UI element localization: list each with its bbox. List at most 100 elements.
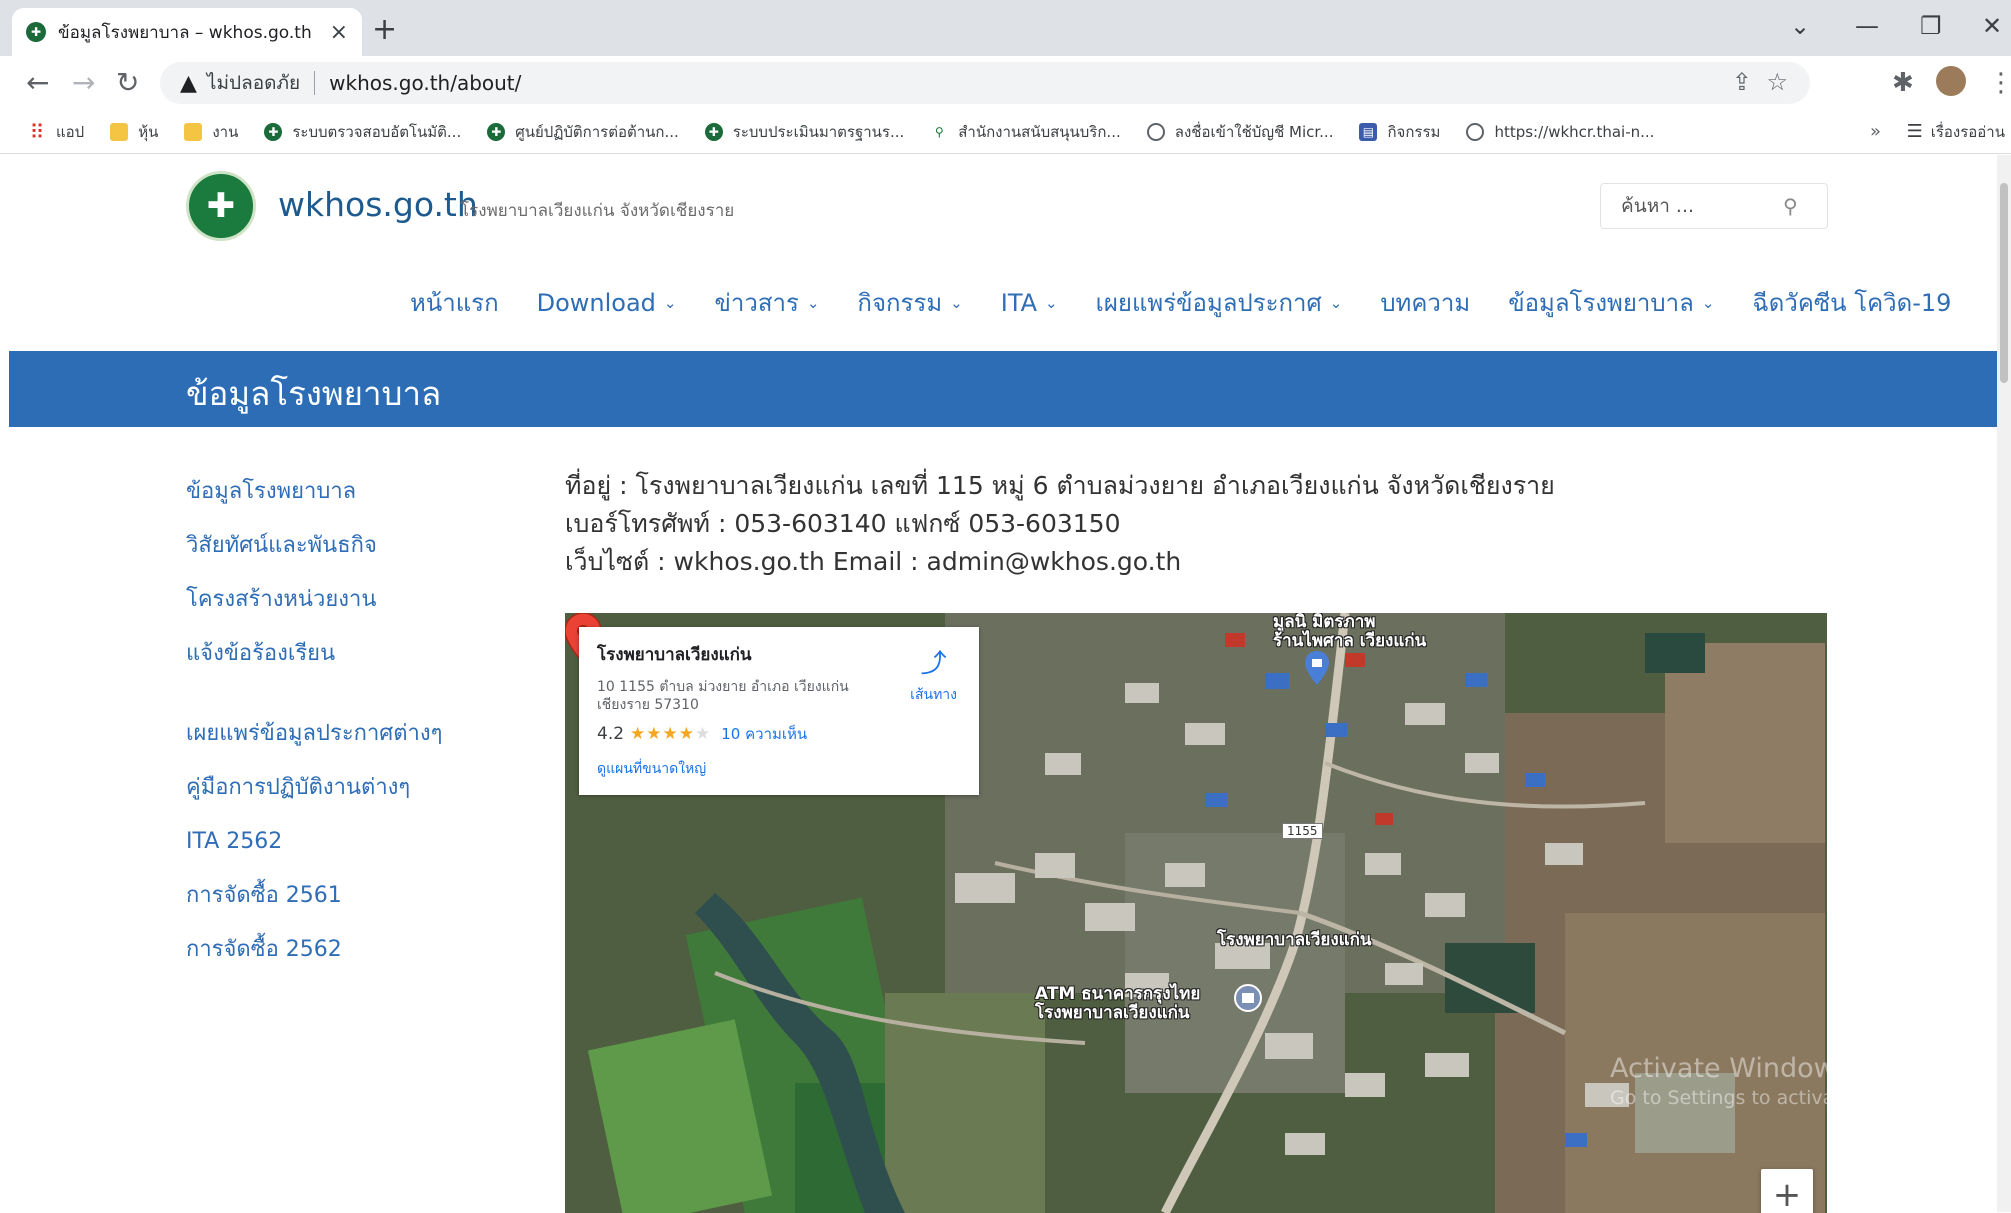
place-name: โรงพยาบาลเวียงแก่น bbox=[597, 645, 752, 665]
nav-hospital-info[interactable]: ข้อมูลโรงพยาบาล ⌄ bbox=[1508, 283, 1714, 322]
apps-icon: ⠿ bbox=[29, 119, 45, 144]
bookmark-star-icon[interactable]: ☆ bbox=[1766, 68, 1788, 96]
nav-articles[interactable]: บทความ bbox=[1380, 283, 1470, 322]
warning-icon: ▲ bbox=[180, 70, 197, 96]
tab-close-icon[interactable]: × bbox=[330, 20, 348, 45]
chevron-down-icon: ⌄ bbox=[663, 293, 677, 312]
website-line: เว็บไซต์ : wkhos.go.th Email : admin@wkh… bbox=[565, 547, 1182, 576]
phone-line: เบอร์โทรศัพท์ : 053-603140 แฟกซ์ 053-603… bbox=[565, 509, 1121, 538]
bookmark-apps[interactable]: ⠿ แอป bbox=[28, 119, 85, 144]
moph-icon: ✚ bbox=[487, 122, 506, 141]
sidebar-item-ita-2562[interactable]: ITA 2562 bbox=[186, 815, 442, 869]
scrollbar-thumb[interactable] bbox=[2000, 183, 2008, 383]
search-box: ⚲ bbox=[1600, 183, 1828, 229]
bookmark-wkhcr[interactable]: https://wkhcr.thai-n... bbox=[1466, 122, 1654, 141]
bookmark-microsoft-login[interactable]: ลงชื่อเข้าใช้บัญชี Micr... bbox=[1146, 120, 1333, 144]
map-label-atm: ATM ธนาคารกรุงไทย โรงพยาบาลเวียงแก่น bbox=[1035, 984, 1201, 1023]
chevron-down-icon: ⌄ bbox=[806, 293, 820, 312]
chevron-down-icon: ⌄ bbox=[1329, 293, 1343, 312]
view-larger-map-link[interactable]: ดูแผนที่ขนาดใหญ่ bbox=[597, 758, 961, 780]
bookmark-standards[interactable]: ✚ ระบบประเมินมาตรฐานร... bbox=[704, 120, 904, 144]
bookmarks-bar: ⠿ แอป หุ้น งาน ✚ ระบบตรวจสอบอัตโนมัติ... ✚… bbox=[0, 110, 2011, 154]
place-address: 10 1155 ตำบล ม่วงยาย อำเภอ เวียงแก่น เชี… bbox=[597, 679, 849, 713]
omnibox-divider bbox=[314, 71, 316, 95]
nav-activities[interactable]: กิจกรรม ⌄ bbox=[857, 283, 962, 322]
sidebar-item-procurement-2561[interactable]: การจัดซื้อ 2561 bbox=[186, 869, 442, 923]
nav-announcements[interactable]: เผยแพร่ข้อมูลประกาศ ⌄ bbox=[1096, 283, 1343, 322]
activate-windows-subtitle: Go to Settings to activate Windows. bbox=[1610, 1087, 1827, 1109]
browser-tab-active[interactable]: ✚ ข้อมูลโรงพยาบาล – wkhos.go.th × bbox=[12, 8, 362, 56]
folder-icon bbox=[184, 122, 203, 141]
restore-icon[interactable]: ❐ bbox=[1920, 12, 1942, 40]
nav-download[interactable]: Download ⌄ bbox=[537, 289, 677, 317]
globe-icon bbox=[1146, 122, 1165, 141]
reading-list[interactable]: ☰ เรื่องรออ่าน bbox=[1907, 120, 2005, 144]
bookmarks-overflow-icon[interactable]: » bbox=[1870, 121, 1881, 142]
sidebar-item-vision-mission[interactable]: วิสัยทัศน์และพันธกิจ bbox=[186, 519, 442, 573]
web-page: ✚ wkhos.go.th โรงพยาบาลเวียงแก่น จังหวัด… bbox=[0, 155, 2011, 1213]
sidebar-item-manuals[interactable]: คู่มือการปฏิบัติงานต่างๆ bbox=[186, 761, 442, 815]
rating-value: 4.2 bbox=[597, 724, 625, 744]
share-icon[interactable]: ⇪ bbox=[1732, 68, 1752, 96]
sidebar-item-announcements[interactable]: เผยแพร่ข้อมูลประกาศต่างๆ bbox=[186, 707, 442, 761]
search-input[interactable] bbox=[1619, 194, 1783, 218]
profile-avatar[interactable] bbox=[1936, 66, 1966, 96]
reload-icon[interactable]: ↻ bbox=[116, 66, 139, 99]
browser-toolbar: ← → ↻ ▲ ไม่ปลอดภัย wkhos.go.th/about/ ⇪ … bbox=[0, 56, 2011, 110]
reading-list-icon: ☰ bbox=[1906, 121, 1923, 142]
page-banner: ข้อมูลโรงพยาบาล bbox=[9, 351, 2003, 427]
close-window-icon[interactable]: ✕ bbox=[1982, 12, 2002, 40]
bookmark-folder-work[interactable]: งาน bbox=[184, 120, 238, 144]
embedded-map[interactable]: มูลนิ มิตรภาพ ร้านไพศาล เวียงแก่น 1155 โ… bbox=[565, 613, 1827, 1213]
moph-icon: ✚ bbox=[704, 122, 723, 141]
reviews-link[interactable]: 10 ความเห็น bbox=[721, 722, 807, 746]
road-number-shield: 1155 bbox=[1282, 823, 1323, 839]
moph-icon: ✚ bbox=[264, 122, 283, 141]
forward-icon[interactable]: → bbox=[72, 66, 95, 99]
directions-label: เส้นทาง bbox=[910, 687, 957, 703]
pin-icon: ⚲ bbox=[934, 124, 944, 139]
bookmark-support-office[interactable]: ⚲ สำนักงานสนับสนุนบริก... bbox=[930, 120, 1121, 144]
sidebar-menu: ข้อมูลโรงพยาบาล วิสัยทัศน์และพันธกิจ โคร… bbox=[186, 465, 442, 977]
nav-ita[interactable]: ITA ⌄ bbox=[1001, 289, 1058, 317]
page-scrollbar[interactable] bbox=[1997, 155, 2011, 1212]
extensions-puzzle-icon[interactable]: ✱ bbox=[1892, 68, 1914, 98]
main-nav: หน้าแรก Download ⌄ ข่าวสาร ⌄ กิจกรรม ⌄ ITA ⌄… bbox=[410, 283, 1951, 322]
nav-news[interactable]: ข่าวสาร ⌄ bbox=[714, 283, 819, 322]
moph-favicon-icon: ✚ bbox=[26, 22, 46, 42]
nav-covid-vaccine[interactable]: ฉีดวัคซีน โควิด-19 bbox=[1752, 283, 1951, 322]
site-tagline: โรงพยาบาลเวียงแก่น จังหวัดเชียงราย bbox=[460, 201, 735, 221]
back-icon[interactable]: ← bbox=[26, 66, 49, 99]
more-menu-icon[interactable]: ⋮ bbox=[1988, 68, 2011, 98]
new-tab-button[interactable]: + bbox=[372, 12, 397, 47]
bookmark-auto-check[interactable]: ✚ ระบบตรวจสอบอัตโนมัติ... bbox=[264, 120, 461, 144]
directions-button[interactable]: ⤴ เส้นทาง bbox=[910, 643, 957, 706]
nav-home[interactable]: หน้าแรก bbox=[410, 283, 499, 322]
bookmark-folder-stocks[interactable]: หุ้น bbox=[110, 120, 158, 144]
tab-title: ข้อมูลโรงพยาบาล – wkhos.go.th bbox=[58, 22, 312, 43]
place-info-card: โรงพยาบาลเวียงแก่น 10 1155 ตำบล ม่วงยาย … bbox=[579, 627, 979, 795]
tab-search-chevron-icon[interactable]: ⌄ bbox=[1790, 12, 1810, 40]
site-name[interactable]: wkhos.go.th bbox=[278, 185, 478, 224]
moph-logo[interactable]: ✚ bbox=[186, 171, 256, 241]
sidebar-item-complaints[interactable]: แจ้งข้อร้องเรียน bbox=[186, 627, 442, 681]
bookmark-activities[interactable]: ▤ กิจกรรม bbox=[1359, 120, 1440, 144]
directions-icon: ⤴ bbox=[920, 649, 947, 679]
chevron-down-icon: ⌄ bbox=[950, 293, 963, 312]
sidebar-item-hospital-info[interactable]: ข้อมูลโรงพยาบาล bbox=[186, 465, 442, 519]
minimize-icon[interactable]: — bbox=[1855, 12, 1879, 40]
bank-poi-icon[interactable] bbox=[1233, 983, 1263, 1013]
globe-icon bbox=[1466, 122, 1485, 141]
map-zoom-in-button[interactable]: + bbox=[1761, 1169, 1813, 1213]
address-bar[interactable]: ▲ ไม่ปลอดภัย wkhos.go.th/about/ ⇪ ☆ bbox=[160, 62, 1810, 104]
shopping-poi-icon[interactable] bbox=[1305, 651, 1329, 685]
chevron-down-icon: ⌄ bbox=[1701, 293, 1715, 312]
contact-info: ที่อยู่ : โรงพยาบาลเวียงแก่น เลขที่ 115 … bbox=[565, 467, 1555, 581]
bookmark-ops-center[interactable]: ✚ ศูนย์ปฏิบัติการต่อต้านก... bbox=[487, 120, 679, 144]
sidebar-item-org-structure[interactable]: โครงสร้างหน่วยงาน bbox=[186, 573, 442, 627]
rating-stars-icon: ★★★★★ bbox=[630, 724, 712, 744]
search-icon[interactable]: ⚲ bbox=[1783, 194, 1798, 218]
not-secure-label[interactable]: ไม่ปลอดภัย bbox=[207, 68, 300, 98]
sidebar-item-procurement-2562[interactable]: การจัดซื้อ 2562 bbox=[186, 923, 442, 977]
url-text[interactable]: wkhos.go.th/about/ bbox=[329, 71, 521, 95]
